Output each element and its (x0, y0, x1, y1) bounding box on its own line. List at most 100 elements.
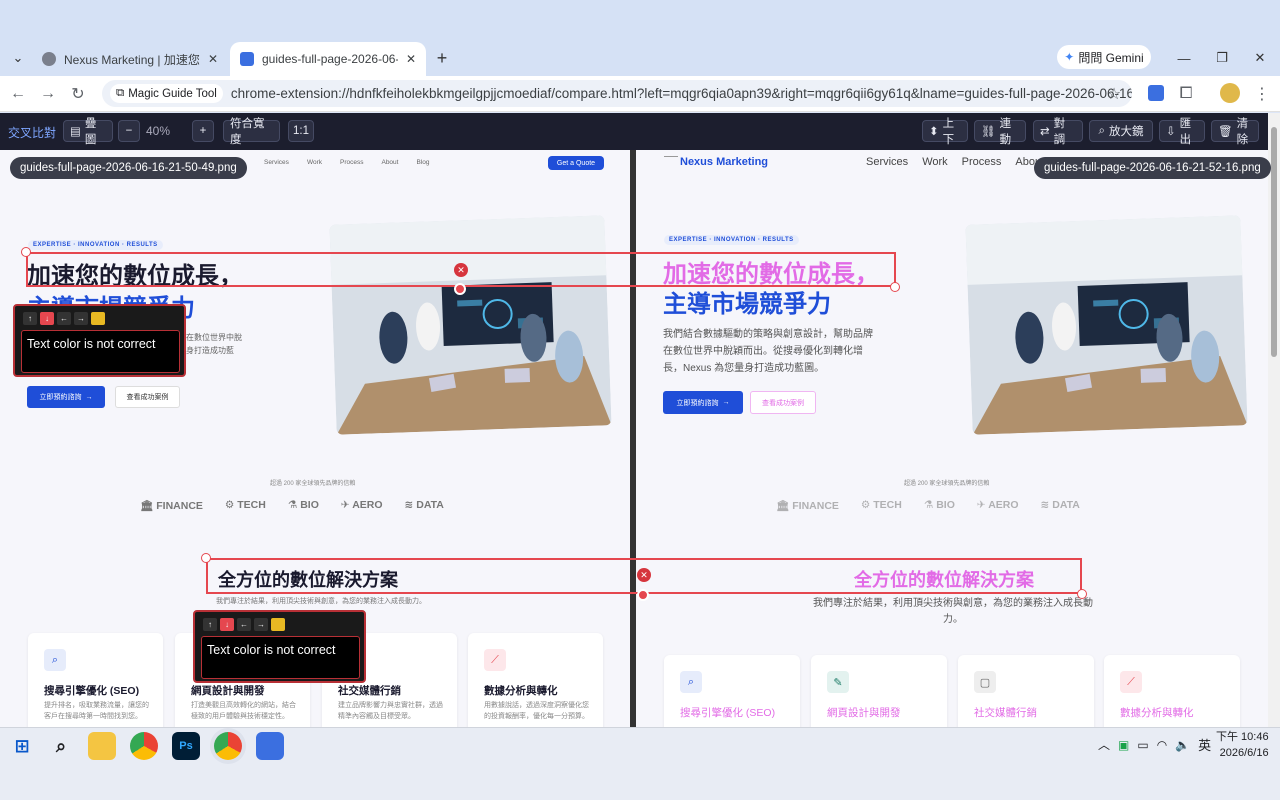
move-down-button[interactable]: ↓ (40, 312, 54, 325)
tab-search-icon[interactable]: ⌄ (6, 46, 30, 70)
link-button[interactable]: ⛓ 連動 (974, 118, 1026, 146)
ime-indicator[interactable]: 英 (1198, 735, 1211, 754)
new-tab-button[interactable]: + (430, 46, 454, 70)
tab-guides[interactable]: guides-full-page-2026-06-16 ✕ (230, 42, 426, 76)
book-consult-label: 立即預約諮詢 (676, 399, 719, 407)
wifi-icon[interactable]: ◠ (1157, 738, 1167, 752)
move-left-button[interactable]: ← (57, 312, 71, 325)
annotation-anchor[interactable] (454, 283, 466, 295)
close-icon[interactable]: ✕ (208, 52, 218, 66)
move-up-button[interactable]: ↑ (203, 618, 217, 631)
app-icon[interactable] (256, 732, 284, 760)
clear-button[interactable]: 🗑 清除 (1211, 118, 1259, 146)
extension-icon: ⧉ (116, 87, 125, 99)
system-tray: ︿ ▣ ▭ ◠ 🔈 英 (1098, 735, 1211, 754)
actual-size-button[interactable]: 1:1 (288, 120, 314, 142)
service-card-analytics: ⟋ 數據分析與轉化 用數據說話，透過深度洞察優化您的投資報酬率，優化每一分預算。 (468, 633, 603, 727)
resize-handle[interactable] (890, 282, 900, 292)
brand-logos: 🏛 FINANCE ⚙ TECH ⚗ BIO ✈ AERO ≋ DATA (776, 499, 1080, 512)
chrome-active-icon[interactable] (214, 732, 242, 760)
card-text: 提升排名，吸取業務流量，讓您的客戶在搜尋時第一時間找到您。 (44, 702, 149, 720)
overlay-label: 疊圖 (84, 118, 97, 146)
windows-start-icon[interactable]: ⊞ (8, 732, 36, 760)
close-window-button[interactable]: ✕ (1248, 46, 1272, 70)
hero-tag: EXPERTISE · INNOVATION · RESULTS (664, 235, 799, 245)
brand-label: TECH (237, 499, 266, 511)
updown-label: 上下 (942, 118, 955, 146)
back-button[interactable]: ← (6, 82, 30, 106)
left-filename-badge: guides-full-page-2026-06-16-21-50-49.png (10, 157, 247, 179)
lock-icon[interactable] (271, 618, 285, 631)
search-icon: ⌕ (44, 649, 66, 671)
fit-width-button[interactable]: 符合寬度 (223, 118, 280, 146)
photoshop-icon[interactable]: Ps (172, 732, 200, 760)
export-button[interactable]: ⇩ 匯出 (1159, 118, 1205, 146)
pane-divider[interactable] (630, 150, 636, 727)
move-up-button[interactable]: ↑ (23, 312, 37, 325)
brand-label: TECH (873, 499, 902, 511)
speaker-icon[interactable]: 🔈 (1175, 738, 1190, 752)
resize-handle[interactable] (1077, 589, 1087, 599)
section-subtitle: 我們專注於結果，利用頂尖技術與創意，為您的業務注入成長動力。 (216, 598, 426, 605)
scrollbar[interactable] (1268, 113, 1280, 727)
view-cases-button: 查看成功案例 (115, 386, 180, 408)
extensions-puzzle-icon[interactable]: ⧠ (1174, 82, 1198, 106)
lock-icon[interactable] (91, 312, 105, 325)
line-app-icon[interactable]: ▣ (1118, 738, 1129, 752)
magic-guide-extension-icon[interactable] (1148, 85, 1164, 101)
resize-handle[interactable] (201, 553, 211, 563)
search-icon[interactable]: ⌕ (47, 732, 75, 760)
move-left-button[interactable]: ← (237, 618, 251, 631)
brand-finance: 🏛 FINANCE (776, 500, 839, 512)
scrollbar-thumb[interactable] (1271, 127, 1277, 357)
updown-button[interactable]: ⬍ 上下 (922, 118, 968, 146)
forward-button[interactable]: → (36, 82, 60, 106)
site-chip[interactable]: ⧉ Magic Guide Tool (110, 84, 223, 103)
battery-icon[interactable]: ▭ (1137, 738, 1148, 752)
tab-nexus[interactable]: Nexus Marketing | 加速您的數... ✕ (32, 42, 228, 76)
comment-textarea[interactable]: Text color is not correct (21, 330, 180, 373)
minimize-button[interactable]: — (1172, 46, 1196, 70)
card-title: 社交媒體行銷 (974, 707, 1037, 719)
brand-aero: ✈ AERO (340, 499, 383, 511)
overlay-icon: ▤ (70, 126, 81, 138)
move-down-button[interactable]: ↓ (220, 618, 234, 631)
chevron-up-icon[interactable]: ︿ (1098, 736, 1110, 753)
bookmark-star-icon[interactable]: ☆ (1102, 82, 1126, 106)
address-bar[interactable]: ⧉ Magic Guide Tool chrome-extension://hdn… (102, 80, 1132, 107)
brand-logos: 🏛 FINANCE ⚙ TECH ⚗ BIO ✈ AERO ≋ DATA (140, 499, 444, 512)
brand-label: DATA (1052, 499, 1080, 511)
delete-annotation-icon[interactable]: ✕ (637, 568, 651, 582)
comment-textarea[interactable]: Text color is not correct (201, 636, 360, 679)
file-explorer-icon[interactable] (88, 732, 116, 760)
brand-bio: ⚗ BIO (287, 499, 319, 511)
clock[interactable]: 下午 10:46 2026/6/16 (1216, 730, 1269, 762)
card-title: 網頁設計與開發 (191, 685, 265, 697)
zoom-in-button[interactable]: + (192, 120, 214, 142)
clear-label: 清除 (1236, 118, 1249, 146)
gemini-button[interactable]: ✦ 問問 Gemini (1057, 45, 1151, 69)
delete-annotation-icon[interactable]: ✕ (454, 263, 468, 277)
resize-handle[interactable] (21, 247, 31, 257)
zoom-out-button[interactable]: − (118, 120, 140, 142)
right-screenshot-pane[interactable]: Nexus Marketing Services Work Process Ab… (636, 150, 1268, 727)
view-cases-button: 查看成功案例 (750, 391, 816, 414)
close-icon[interactable]: ✕ (406, 52, 416, 66)
nav-about: About (381, 159, 399, 166)
section-subtitle-line: 我們專注於結果，利用頂尖技術與創意，為您的業務注入成長動 (813, 598, 1093, 609)
move-right-button[interactable]: → (254, 618, 268, 631)
card-text: 用數據說話，透過深度洞察優化您的投資報酬率，優化每一分預算。 (484, 702, 589, 720)
chrome-icon[interactable] (130, 732, 158, 760)
profile-avatar[interactable] (1220, 83, 1240, 103)
swap-button[interactable]: ⇄ 對調 (1033, 118, 1083, 146)
nav-work: Work (306, 159, 322, 166)
reload-button[interactable]: ↻ (66, 82, 90, 106)
restore-button[interactable]: ❐ (1210, 46, 1234, 70)
move-right-button[interactable]: → (74, 312, 88, 325)
magnifier-button[interactable]: ⌕ 放大鏡 (1089, 120, 1153, 142)
annotation-anchor[interactable] (637, 589, 649, 601)
card-title: 數據分析與轉化 (484, 685, 558, 697)
overlay-button[interactable]: ▤ 疊圖 (63, 118, 113, 146)
tab-title: guides-full-page-2026-06-16 (262, 52, 398, 66)
menu-kebab-icon[interactable]: ⋮ (1250, 82, 1274, 106)
